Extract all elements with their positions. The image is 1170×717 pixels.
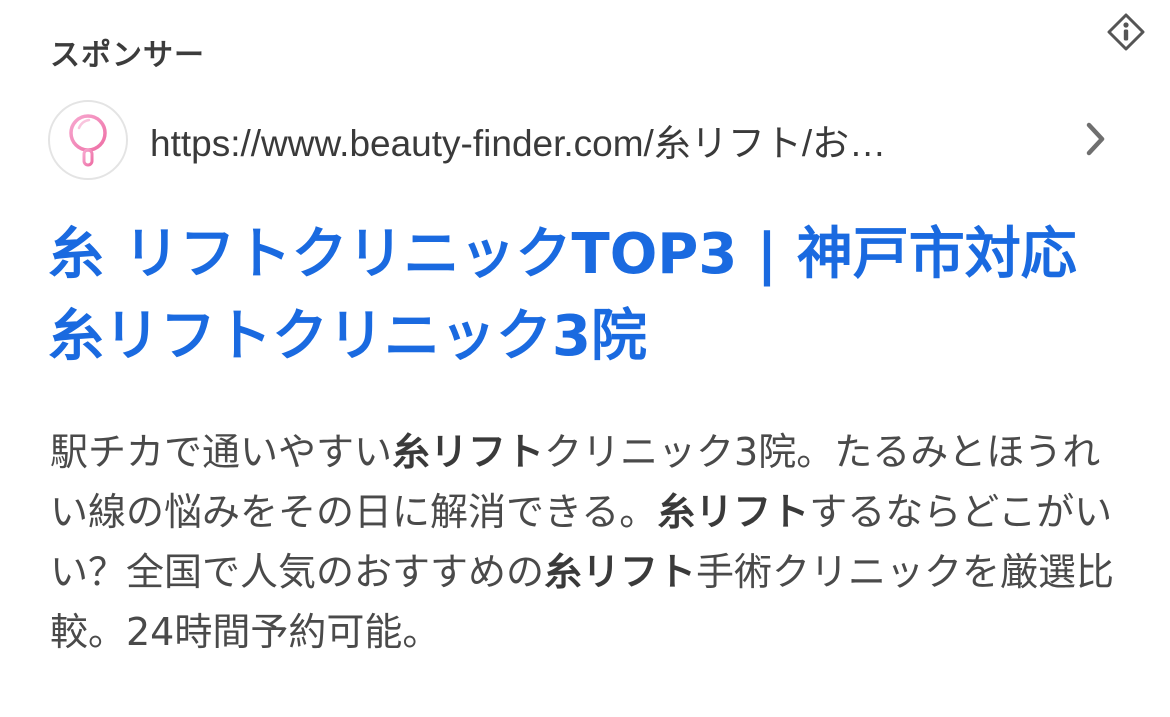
advertiser-favicon xyxy=(48,100,128,180)
keyword-highlight: 糸リフト xyxy=(657,490,810,534)
ad-headline-link[interactable]: 糸 リフトクリニックTOP3 | 神戸市対応糸リフトクリニック3院 xyxy=(48,214,1128,378)
keyword-highlight: 糸リフト xyxy=(392,430,545,474)
keyword-highlight: 糸リフト xyxy=(544,550,697,594)
ad-info-button[interactable] xyxy=(1104,10,1148,54)
description-text: 駅チカで通いやすい xyxy=(50,430,393,474)
pink-mirror-logo-icon xyxy=(69,114,107,167)
sponsored-label: スポンサー xyxy=(50,38,205,73)
ad-description: 駅チカで通いやすい糸リフトクリニック3院。たるみとほうれい線の悩みをその日に解消… xyxy=(50,422,1125,662)
info-diamond-icon[interactable] xyxy=(1106,12,1146,52)
ad-url-row[interactable]: https://www.beauty-finder.com/糸リフト/お… xyxy=(48,97,1118,183)
url-chevron[interactable] xyxy=(1076,119,1116,159)
ad-display-url[interactable]: https://www.beauty-finder.com/糸リフト/お… xyxy=(150,113,1010,167)
chevron-right-icon[interactable] xyxy=(1083,120,1109,158)
